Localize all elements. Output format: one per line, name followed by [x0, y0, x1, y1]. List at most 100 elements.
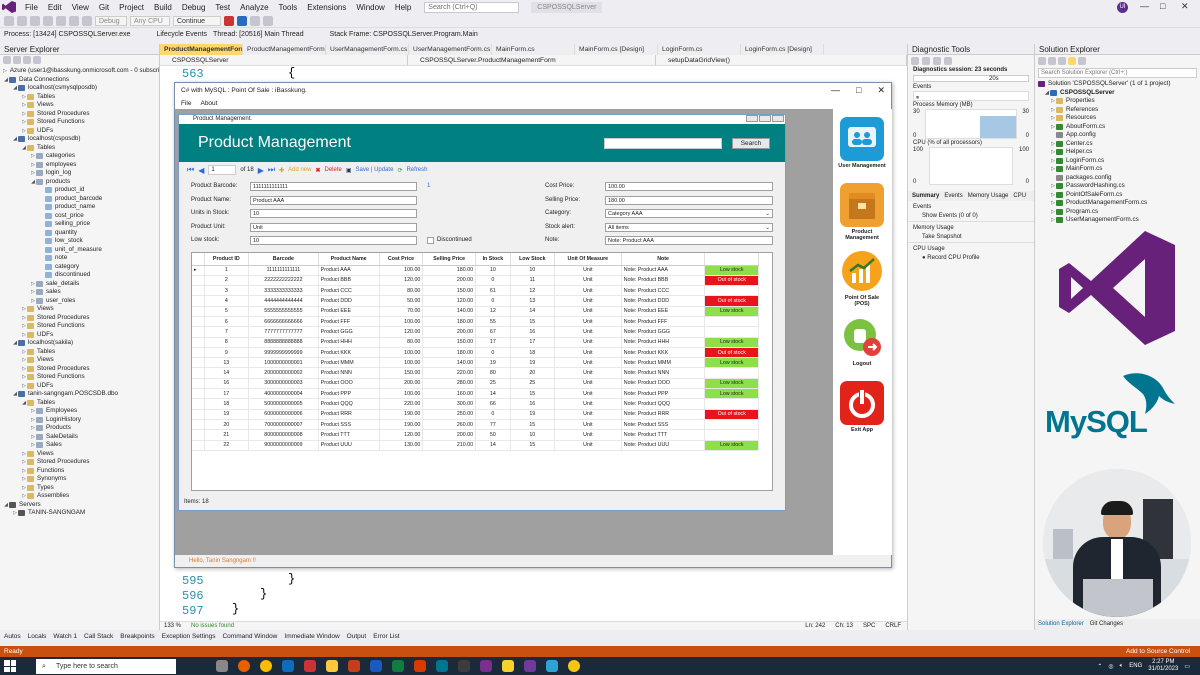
category-select[interactable]: Category AAA ⌄	[605, 209, 773, 218]
menu-debug[interactable]: Debug	[177, 3, 211, 12]
debug-tab[interactable]: Locals	[28, 631, 47, 642]
search-button[interactable]: Search	[732, 138, 770, 149]
menu-view[interactable]: View	[67, 3, 94, 12]
unit-input[interactable]: Unit	[250, 223, 417, 232]
solution-item[interactable]: packages.config	[1035, 174, 1200, 183]
zoom-in-icon[interactable]	[933, 57, 941, 65]
mysql-workbench-icon[interactable]	[436, 660, 448, 672]
minimize-icon[interactable]: —	[1140, 1, 1149, 11]
row-header[interactable]	[192, 275, 205, 287]
row-header[interactable]	[192, 398, 205, 410]
forward-icon[interactable]	[17, 15, 27, 26]
notifications-icon[interactable]: ▭	[1184, 663, 1190, 670]
tree-node[interactable]: product_barcode	[0, 195, 159, 204]
vs-search-input[interactable]: Search (Ctrl+Q)	[424, 1, 520, 13]
table-row[interactable]: 22 9000000000009 Product UUU 130.00 210.00 14…	[192, 440, 759, 451]
solution-item[interactable]: ▷ MainForm.cs	[1035, 165, 1200, 174]
note-input[interactable]: Note: Product AAA	[605, 236, 773, 245]
move-first-icon[interactable]: ⏮	[187, 165, 194, 175]
row-header[interactable]	[192, 306, 205, 317]
add-new-button[interactable]: Add new	[288, 167, 311, 173]
class-dropdown[interactable]: CSPOSSQLServer.ProductManagementForm	[408, 55, 656, 65]
diag-tab[interactable]: Events	[944, 191, 962, 201]
tree-node[interactable]: ▷ Functions	[0, 467, 159, 476]
redo-icon[interactable]	[82, 15, 92, 26]
column-header[interactable]: Selling Price	[422, 253, 477, 266]
table-row[interactable]: ▸ 1 1111111111111 Product AAA 100.00 180.00 10…	[192, 265, 759, 276]
tree-node[interactable]: product_id	[0, 186, 159, 195]
move-last-icon[interactable]: ⏭	[268, 165, 275, 175]
expand-icon[interactable]: ▷	[3, 67, 7, 76]
document-tab[interactable]: MainForm.cs	[492, 44, 575, 55]
app-maximize-icon[interactable]: □	[856, 83, 861, 98]
debug-tab[interactable]: Breakpoints	[120, 631, 154, 642]
solution-search-input[interactable]: Search Solution Explorer (Ctrl+;)	[1038, 68, 1197, 78]
tree-node[interactable]: ▷ Tables	[0, 93, 159, 102]
document-tab[interactable]: MainForm.cs [Design]	[575, 44, 658, 55]
position-input[interactable]: 1	[208, 165, 237, 175]
delete-button[interactable]: Delete	[325, 167, 342, 173]
process-select[interactable]: Process: [13424] CSPOSSQLServer.exe	[4, 31, 130, 38]
filezilla-icon[interactable]	[304, 660, 316, 672]
column-header[interactable]: Product ID	[204, 253, 250, 266]
tree-node[interactable]: ◢ Servers	[0, 501, 159, 510]
sol-tab[interactable]: Solution Explorer	[1038, 619, 1084, 630]
menu-edit[interactable]: Edit	[43, 3, 67, 12]
debug-tab[interactable]: Autos	[4, 631, 21, 642]
clock[interactable]: 2:27 PM 31/01/2023	[1148, 659, 1178, 673]
back-icon[interactable]	[4, 15, 14, 26]
row-header[interactable]	[192, 367, 205, 379]
tree-node[interactable]: ▷ Assemblies	[0, 492, 159, 501]
add-to-source-control-button[interactable]: Add to Source Control	[1126, 646, 1190, 657]
document-tab[interactable]: LoginForm.cs	[658, 44, 741, 55]
tree-node[interactable]: ▷ Stored Procedures	[0, 365, 159, 374]
table-row[interactable]: 17 4000000000004 Product PPP 100.00 160.00 14…	[192, 388, 759, 400]
visual-studio-alt-icon[interactable]	[524, 660, 536, 672]
tree-node[interactable]: ▷ Views	[0, 101, 159, 110]
zoom-out-icon[interactable]	[944, 57, 952, 65]
table-row[interactable]: 8 8888888888888 Product HHH 80.00 150.00 17 17…	[192, 337, 759, 348]
menu-test[interactable]: Test	[210, 3, 235, 12]
product-search-input[interactable]	[604, 138, 722, 149]
tree-node[interactable]: ▷ SaleDetails	[0, 433, 159, 442]
solution-item[interactable]: ▷ Resources	[1035, 114, 1200, 123]
app-menu-file[interactable]: File	[181, 98, 191, 109]
table-row[interactable]: 3 3333333333333 Product CCC 80.00 150.00 61 12…	[192, 285, 759, 297]
table-row[interactable]: 16 3000000000003 Product OOO 200.00 280.00 25…	[192, 378, 759, 390]
tree-node[interactable]: ▷ sale_details	[0, 280, 159, 289]
tree-node[interactable]: discontinued	[0, 271, 159, 280]
sol-tab[interactable]: Git Changes	[1090, 619, 1123, 630]
tree-node[interactable]: ▷ UDFs	[0, 382, 159, 391]
tree-node[interactable]: ▷ Views	[0, 356, 159, 365]
debug-tab[interactable]: Call Stack	[84, 631, 113, 642]
office-icon[interactable]	[414, 660, 426, 672]
logout-button[interactable]: Logout	[837, 315, 887, 367]
app-menu-about[interactable]: About	[200, 98, 217, 109]
menu-tools[interactable]: Tools	[274, 3, 303, 12]
volume-icon[interactable]: 🔈︎	[1120, 663, 1124, 670]
pm-maximize-icon[interactable]	[759, 115, 771, 122]
sticky-notes-icon[interactable]	[502, 660, 514, 672]
tree-node[interactable]: ▷ Stored Functions	[0, 373, 159, 382]
record-cpu-profile-button[interactable]: ● Record CPU Profile	[908, 253, 1034, 263]
table-row[interactable]: 4 4444444444444 Product DDD 50.00 120.00 0 13 U…	[192, 295, 759, 307]
home-icon[interactable]	[1038, 57, 1046, 65]
windows-start-icon[interactable]	[4, 660, 16, 672]
solution-item[interactable]: ▷ Program.cs	[1035, 208, 1200, 217]
tree-node[interactable]: ◢ tanin-sangngam.POSCSDB.dbo	[0, 390, 159, 399]
excel-icon[interactable]	[392, 660, 404, 672]
step-over-icon[interactable]	[250, 15, 260, 26]
menu-build[interactable]: Build	[149, 3, 177, 12]
connect-server-icon[interactable]	[33, 56, 41, 64]
tree-node[interactable]: category	[0, 263, 159, 272]
debug-tab[interactable]: Watch 1	[53, 631, 77, 642]
settings-icon[interactable]	[911, 57, 919, 65]
pause-icon[interactable]: ⏸	[914, 95, 919, 101]
products-datagrid[interactable]: Product ID Barcode Product Name Cost Price S…	[191, 252, 773, 491]
stack-frame-select[interactable]: Stack Frame: CSPOSSQLServer.Program.Main	[330, 31, 478, 38]
tree-node[interactable]: ▷ user_roles	[0, 297, 159, 306]
tree-node[interactable]: note	[0, 254, 159, 263]
close-icon[interactable]: ✕	[1181, 1, 1189, 12]
product-name-input[interactable]: Product AAA	[250, 196, 417, 205]
solution-item[interactable]: ▷ PasswordHashing.cs	[1035, 182, 1200, 191]
